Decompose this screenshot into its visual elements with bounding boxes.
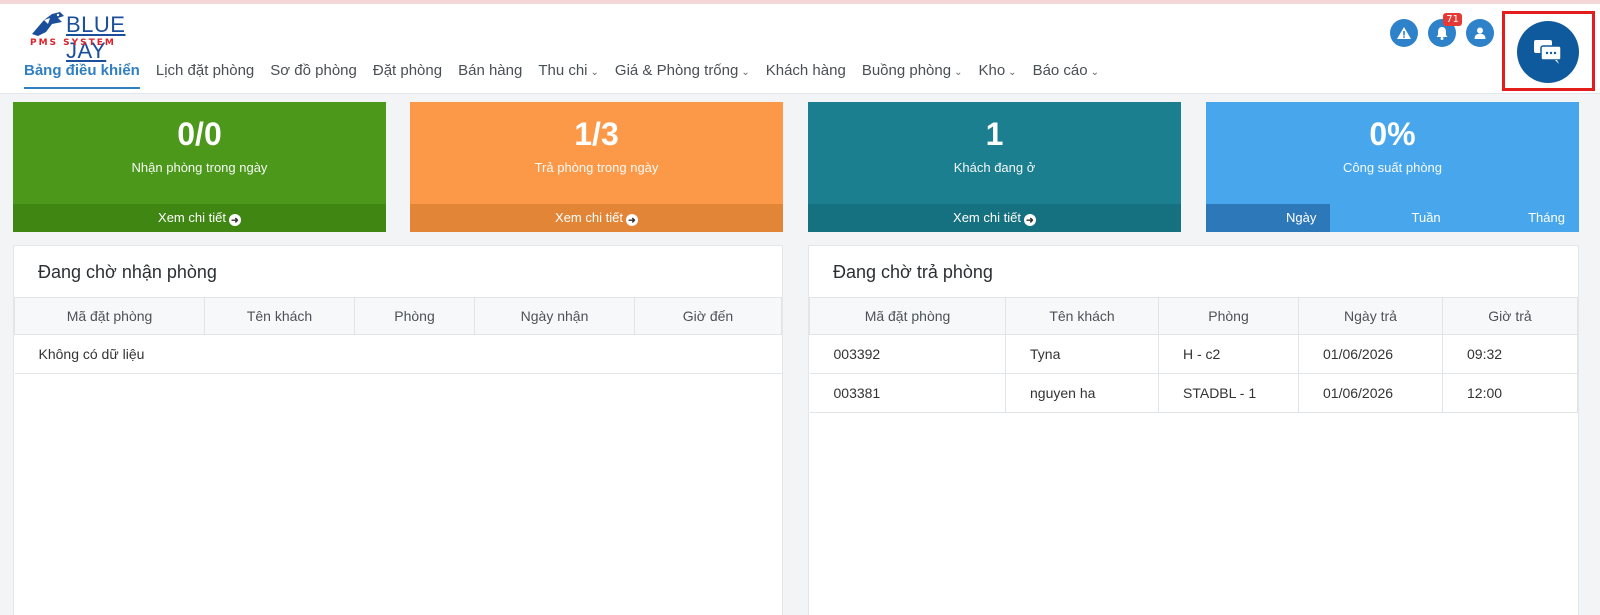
checkin-details-label: Xem chi tiết (158, 210, 226, 225)
column-header[interactable]: Mã đặt phòng (14, 297, 205, 335)
waiting-checkout-title: Đang chờ trả phòng (833, 262, 993, 282)
nav-item-7[interactable]: Khách hàng (766, 62, 846, 89)
checkin-details-link[interactable]: Xem chi tiết ➜ (13, 204, 386, 232)
arrow-circle-right-icon: ➜ (625, 214, 638, 226)
warning-icon[interactable] (1390, 19, 1418, 47)
waiting-checkin-panel: Đang chờ nhận phòng Mã đặt phòng Tên khá… (13, 245, 783, 615)
column-header[interactable]: Ngày nhận (474, 297, 635, 335)
booking-code-cell: 003381 (809, 373, 1006, 413)
checkin-today-card: 0/0 Nhận phòng trong ngày Xem chi tiết ➜ (13, 102, 386, 232)
checkout-today-label: Trả phòng trong ngày (534, 160, 659, 175)
nav-item-label: Đặt phòng (372, 62, 443, 79)
checkout-details-label: Xem chi tiết (555, 210, 623, 225)
waiting-checkin-title: Đang chờ nhận phòng (38, 262, 217, 282)
arrow-circle-right-icon: ➜ (1023, 214, 1036, 226)
staying-guests-card: 1 Khách đang ở Xem chi tiết ➜ (808, 102, 1181, 232)
column-header[interactable]: Phòng (1158, 297, 1299, 335)
user-icon[interactable] (1466, 19, 1494, 47)
nav-item-5[interactable]: Thu chi ⌄ (538, 62, 599, 89)
occupancy-period-tabs: Ngày Tuần Tháng (1206, 204, 1579, 232)
nav-item-1[interactable]: Lịch đặt phòng (156, 62, 254, 89)
column-header[interactable]: Tên khách (1005, 297, 1159, 335)
occupancy-label: Công suất phòng (1342, 160, 1443, 175)
main-nav: Bảng điều khiển Lịch đặt phòng Sơ đồ phòng… (24, 59, 1115, 89)
tab-day[interactable]: Ngày (1206, 204, 1331, 232)
logo-subtitle: PMS SYSTEM (30, 38, 116, 48)
empty-message: Không có dữ liệu (14, 334, 782, 374)
nav-item-9[interactable]: Kho ⌄ (978, 62, 1016, 89)
staying-details-label: Xem chi tiết (953, 210, 1021, 225)
table-header-row: Mã đặt phòng Tên khách Phòng Ngày trả Gi… (809, 297, 1578, 335)
booking-code-cell: 003392 (809, 334, 1006, 374)
checkout-details-link[interactable]: Xem chi tiết ➜ (410, 204, 783, 232)
staying-details-link[interactable]: Xem chi tiết ➜ (808, 204, 1181, 232)
column-header[interactable]: Giờ trả (1442, 297, 1578, 335)
chevron-down-icon: ⌄ (590, 67, 599, 78)
notification-button[interactable]: 71 (1428, 13, 1462, 47)
checkin-today-value: 0/0 (177, 116, 222, 152)
table-row[interactable]: 003381 nguyen ha STADBL - 1 01/06/2026 1… (809, 373, 1578, 413)
nav-item-10[interactable]: Báo cáo ⌄ (1033, 62, 1099, 89)
nav-item-label: Bán hàng (458, 62, 523, 79)
nav-item-label: Thu chi (538, 62, 588, 79)
nav-item-6[interactable]: Giá & Phòng trống ⌄ (615, 62, 750, 89)
nav-item-label: Báo cáo (1032, 62, 1088, 79)
chevron-down-icon: ⌄ (1090, 67, 1099, 78)
table-header-row: Mã đặt phòng Tên khách Phòng Ngày nhận G… (14, 297, 782, 335)
nav-item-0[interactable]: Bảng điều khiển (24, 62, 140, 89)
tab-week[interactable]: Tuần (1330, 204, 1454, 232)
nav-item-label: Lịch đặt phòng (155, 62, 255, 79)
nav-item-label: Sơ đồ phòng (270, 62, 357, 79)
blue-jay-bird-icon (32, 12, 64, 36)
staying-guests-label: Khách đang ở (953, 160, 1036, 175)
room-cell: STADBL - 1 (1158, 373, 1299, 413)
logo[interactable]: BLUE JAY PMS SYSTEM (30, 10, 150, 63)
chat-icon (1534, 40, 1562, 64)
column-header[interactable]: Mã đặt phòng (809, 297, 1006, 335)
table-row[interactable]: 003392 Tyna H - c2 01/06/2026 09:32 (809, 334, 1578, 374)
app-header: BLUE JAY PMS SYSTEM Bảng điều khiển Lịch … (0, 4, 1600, 94)
occupancy-value: 0% (1369, 116, 1416, 152)
nav-item-label: Khách hàng (765, 62, 846, 79)
nav-item-2[interactable]: Sơ đồ phòng (270, 62, 357, 89)
nav-item-label: Giá & Phòng trống (614, 62, 739, 79)
checkin-today-label: Nhận phòng trong ngày (131, 160, 268, 175)
nav-item-4[interactable]: Bán hàng (458, 62, 522, 89)
waiting-checkin-table: Mã đặt phòng Tên khách Phòng Ngày nhận G… (14, 297, 782, 374)
tab-month[interactable]: Tháng (1455, 204, 1579, 232)
arrow-circle-right-icon: ➜ (228, 214, 241, 226)
checkout-today-card: 1/3 Trả phòng trong ngày Xem chi tiết ➜ (410, 102, 783, 232)
checkout-date-cell: 01/06/2026 (1298, 334, 1443, 374)
checkout-date-cell: 01/06/2026 (1298, 373, 1443, 413)
chevron-down-icon: ⌄ (1008, 67, 1017, 78)
waiting-checkout-table: Mã đặt phòng Tên khách Phòng Ngày trả Gi… (809, 297, 1578, 413)
chevron-down-icon: ⌄ (741, 67, 750, 78)
nav-item-label: Kho (978, 62, 1006, 79)
nav-item-label: Buồng phòng (861, 62, 952, 79)
chevron-down-icon: ⌄ (954, 67, 963, 78)
chat-button[interactable] (1517, 21, 1579, 83)
column-header[interactable]: Ngày trả (1298, 297, 1443, 335)
guest-name-cell: Tyna (1005, 334, 1159, 374)
room-cell: H - c2 (1158, 334, 1299, 374)
waiting-checkout-panel: Đang chờ trả phòng Mã đặt phòng Tên khác… (808, 245, 1579, 615)
checkout-time-cell: 12:00 (1442, 373, 1578, 413)
nav-item-label: Bảng điều khiển (24, 62, 140, 79)
column-header[interactable]: Giờ đến (634, 297, 782, 335)
nav-item-3[interactable]: Đặt phòng (373, 62, 442, 89)
occupancy-card: 0% Công suất phòng Ngày Tuần Tháng (1206, 102, 1579, 232)
notification-count-badge: 71 (1443, 13, 1462, 26)
guest-name-cell: nguyen ha (1005, 373, 1159, 413)
staying-guests-value: 1 (985, 116, 1004, 152)
nav-item-8[interactable]: Buồng phòng ⌄ (862, 62, 963, 89)
column-header[interactable]: Tên khách (204, 297, 355, 335)
checkout-time-cell: 09:32 (1442, 334, 1578, 374)
checkout-today-value: 1/3 (574, 116, 619, 152)
column-header[interactable]: Phòng (354, 297, 475, 335)
bell-icon (1436, 27, 1448, 40)
table-row: Không có dữ liệu (14, 334, 782, 374)
header-icons: 71 (1390, 13, 1504, 47)
